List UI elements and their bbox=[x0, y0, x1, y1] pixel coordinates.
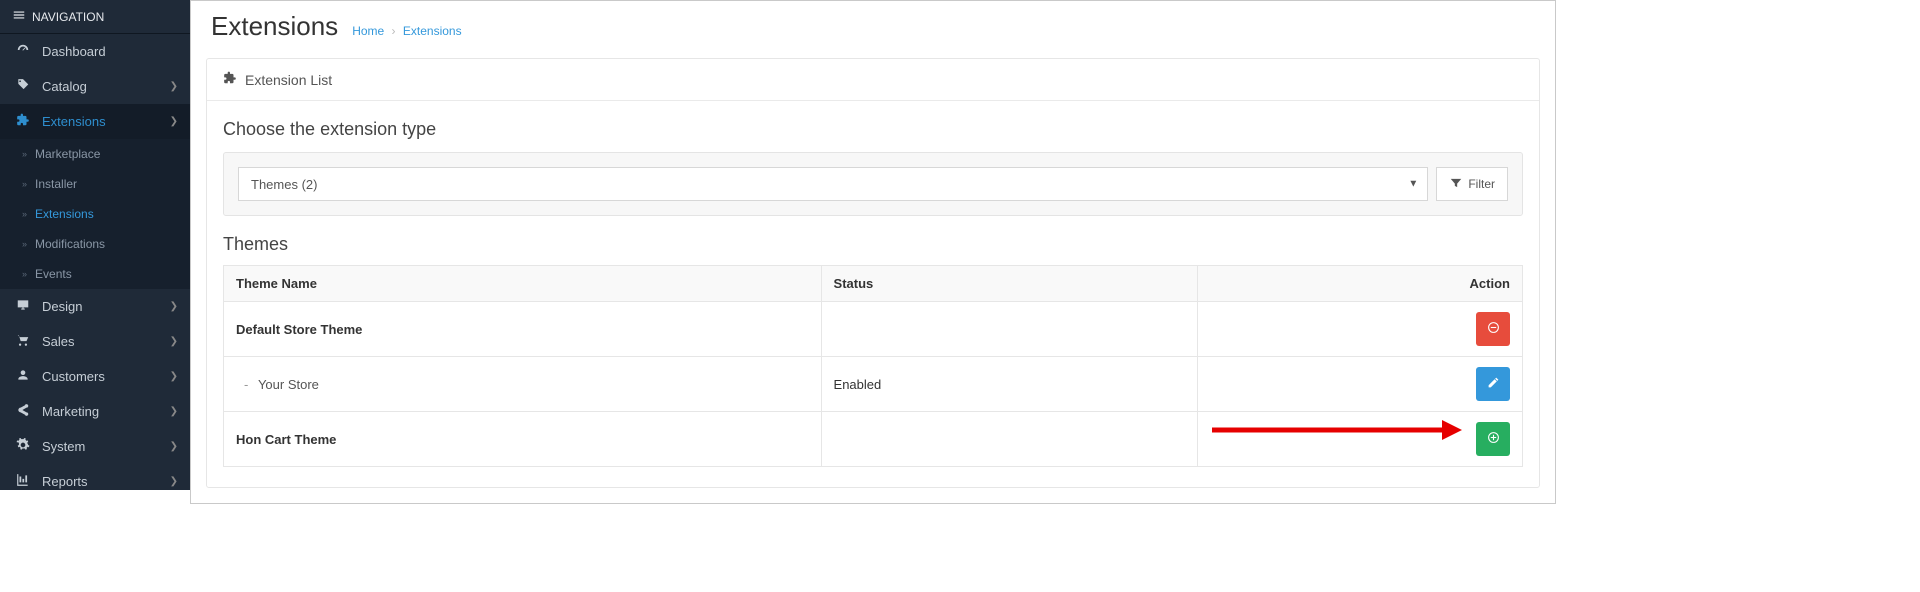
cell-status: Enabled bbox=[821, 357, 1198, 412]
subnav-label: Modifications bbox=[35, 237, 105, 251]
col-status: Status bbox=[821, 266, 1198, 302]
chevron-right-icon: ❯ bbox=[170, 371, 178, 382]
nav-item-label: Marketing bbox=[42, 404, 99, 419]
panel-heading-text: Extension List bbox=[245, 72, 332, 88]
breadcrumb-home[interactable]: Home bbox=[352, 24, 384, 38]
chevron-right-icon: ❯ bbox=[170, 301, 178, 312]
cell-theme-name: Default Store Theme bbox=[224, 302, 822, 357]
dashboard-icon bbox=[14, 43, 32, 60]
chevron-right-icon: ❯ bbox=[170, 406, 178, 417]
themes-heading: Themes bbox=[223, 234, 1523, 255]
nav-header: NAVIGATION bbox=[0, 0, 190, 34]
page-title: Extensions bbox=[211, 11, 338, 42]
table-row: Your Store Enabled bbox=[224, 357, 1523, 412]
cell-status bbox=[821, 412, 1198, 467]
nav-item-label: Reports bbox=[42, 474, 88, 489]
chevron-right-icon: ❯ bbox=[170, 81, 178, 92]
puzzle-icon bbox=[14, 113, 32, 130]
nav-extensions[interactable]: Extensions ❯ bbox=[0, 104, 190, 139]
themes-table: Theme Name Status Action Default Store T… bbox=[223, 265, 1523, 467]
minus-circle-icon bbox=[1487, 321, 1500, 337]
user-icon bbox=[14, 368, 32, 385]
nav-item-label: Catalog bbox=[42, 79, 87, 94]
breadcrumb: Home › Extensions bbox=[352, 24, 461, 38]
filter-icon bbox=[1449, 176, 1463, 193]
nav-item-label: Dashboard bbox=[42, 44, 106, 59]
panel-heading: Extension List bbox=[207, 59, 1539, 101]
cell-status bbox=[821, 302, 1198, 357]
col-theme-name: Theme Name bbox=[224, 266, 822, 302]
desktop-icon bbox=[14, 298, 32, 315]
extension-type-select-wrap: ▼ bbox=[238, 167, 1428, 201]
main-content: Extensions Home › Extensions Extension L… bbox=[190, 0, 1556, 504]
share-icon bbox=[14, 403, 32, 420]
breadcrumb-current[interactable]: Extensions bbox=[403, 24, 462, 38]
panel-body: Choose the extension type ▼ Filter Theme… bbox=[207, 101, 1539, 487]
chevron-right-icon: ❯ bbox=[170, 441, 178, 452]
nav-reports[interactable]: Reports ❯ bbox=[0, 464, 190, 499]
nav-item-label: Sales bbox=[42, 334, 75, 349]
subnav-extensions[interactable]: » Extensions bbox=[0, 199, 190, 229]
pencil-icon bbox=[1487, 376, 1500, 392]
subnav-events[interactable]: » Events bbox=[0, 259, 190, 289]
subnav-label: Installer bbox=[35, 177, 77, 191]
cell-theme-name: Your Store bbox=[224, 357, 822, 412]
install-button[interactable] bbox=[1476, 422, 1510, 456]
nav-system[interactable]: System ❯ bbox=[0, 429, 190, 464]
col-action: Action bbox=[1198, 266, 1523, 302]
page-header: Extensions Home › Extensions bbox=[191, 1, 1555, 48]
nav-catalog[interactable]: Catalog ❯ bbox=[0, 69, 190, 104]
annotation-arrow bbox=[1212, 418, 1462, 442]
tag-icon bbox=[14, 78, 32, 95]
nav-customers[interactable]: Customers ❯ bbox=[0, 359, 190, 394]
nav-item-label: Design bbox=[42, 299, 82, 314]
subnav-label: Extensions bbox=[35, 207, 94, 221]
chevron-right-icon: ❯ bbox=[170, 336, 178, 347]
breadcrumb-separator: › bbox=[392, 24, 396, 38]
filter-box: ▼ Filter bbox=[223, 152, 1523, 216]
cell-action bbox=[1198, 302, 1523, 357]
extension-list-panel: Extension List Choose the extension type… bbox=[206, 58, 1540, 488]
edit-button[interactable] bbox=[1476, 367, 1510, 401]
double-chevron-icon: » bbox=[22, 209, 27, 219]
subnav-label: Events bbox=[35, 267, 72, 281]
puzzle-icon bbox=[223, 71, 237, 88]
nav-item-label: Extensions bbox=[42, 114, 106, 129]
subnav-marketplace[interactable]: » Marketplace bbox=[0, 139, 190, 169]
double-chevron-icon: » bbox=[22, 149, 27, 159]
nav-extensions-submenu: » Marketplace » Installer » Extensions » Mod… bbox=[0, 139, 190, 289]
chart-icon bbox=[14, 473, 32, 490]
table-header-row: Theme Name Status Action bbox=[224, 266, 1523, 302]
nav-item-label: Customers bbox=[42, 369, 105, 384]
table-row: Hon Cart Theme bbox=[224, 412, 1523, 467]
chevron-right-icon: ❯ bbox=[170, 476, 178, 487]
double-chevron-icon: » bbox=[22, 179, 27, 189]
nav-marketing[interactable]: Marketing ❯ bbox=[0, 394, 190, 429]
choose-extension-type-label: Choose the extension type bbox=[223, 119, 1523, 140]
nav-sales[interactable]: Sales ❯ bbox=[0, 324, 190, 359]
filter-button-label: Filter bbox=[1468, 177, 1495, 191]
double-chevron-icon: » bbox=[22, 269, 27, 279]
nav-dashboard[interactable]: Dashboard bbox=[0, 34, 190, 69]
subnav-installer[interactable]: » Installer bbox=[0, 169, 190, 199]
nav-design[interactable]: Design ❯ bbox=[0, 289, 190, 324]
extension-type-select[interactable] bbox=[238, 167, 1428, 201]
cart-icon bbox=[14, 333, 32, 350]
table-row: Default Store Theme bbox=[224, 302, 1523, 357]
sidebar: NAVIGATION Dashboard Catalog ❯ Extension… bbox=[0, 0, 190, 490]
menu-icon bbox=[12, 8, 26, 25]
cell-action bbox=[1198, 357, 1523, 412]
nav-header-label: NAVIGATION bbox=[32, 10, 104, 24]
subnav-label: Marketplace bbox=[35, 147, 100, 161]
subnav-modifications[interactable]: » Modifications bbox=[0, 229, 190, 259]
gear-icon bbox=[14, 438, 32, 455]
double-chevron-icon: » bbox=[22, 239, 27, 249]
uninstall-button[interactable] bbox=[1476, 312, 1510, 346]
chevron-right-icon: ❯ bbox=[170, 116, 178, 127]
filter-button[interactable]: Filter bbox=[1436, 167, 1508, 201]
cell-action bbox=[1198, 412, 1523, 467]
cell-theme-name: Hon Cart Theme bbox=[224, 412, 822, 467]
nav-item-label: System bbox=[42, 439, 85, 454]
plus-circle-icon bbox=[1487, 431, 1500, 447]
